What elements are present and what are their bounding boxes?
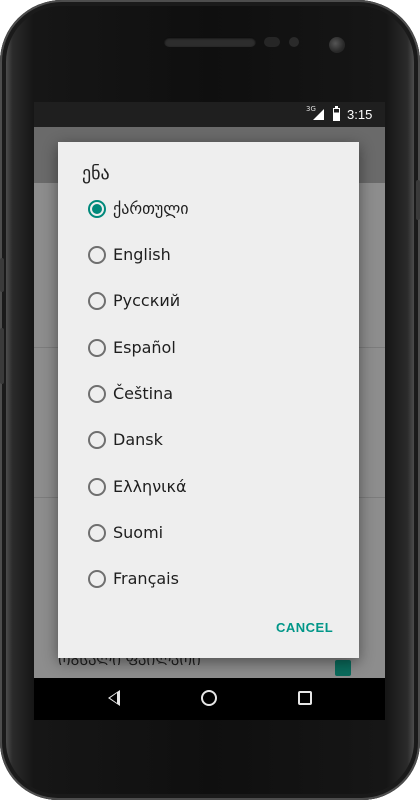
language-label: Suomi xyxy=(113,523,164,542)
cancel-button[interactable]: CANCEL xyxy=(276,620,333,635)
volume-button xyxy=(0,258,4,292)
power-button xyxy=(0,328,4,384)
dialog-title: ენა xyxy=(82,163,110,184)
language-label: Русский xyxy=(113,291,181,310)
phone-frame: 3G 3:15 ᲝᲒᲡᲐᲚᲘ ᲤᲐᲘᲚᲐᲝᲘ ენა ქართული Engli… xyxy=(0,0,420,800)
radio-button[interactable] xyxy=(88,385,106,403)
language-label: English xyxy=(113,245,171,264)
radio-button[interactable] xyxy=(88,292,106,310)
language-option[interactable]: ქართული xyxy=(86,190,336,230)
navigation-bar xyxy=(34,678,385,720)
language-option[interactable]: Русский xyxy=(86,282,336,322)
battery-icon xyxy=(333,106,340,121)
radio-button[interactable] xyxy=(88,339,106,357)
earpiece-speaker xyxy=(164,37,256,47)
language-label: Čeština xyxy=(113,384,174,403)
proximity-sensor xyxy=(264,37,280,47)
language-label: Dansk xyxy=(113,430,163,449)
language-option[interactable]: Čeština xyxy=(86,375,336,415)
back-icon[interactable] xyxy=(108,690,120,706)
language-label: ქართული xyxy=(113,199,189,218)
radio-button[interactable] xyxy=(88,246,106,264)
background-checkbox xyxy=(335,660,351,676)
language-option[interactable]: Dansk xyxy=(86,421,336,461)
light-sensor xyxy=(289,37,299,47)
status-time: 3:15 xyxy=(347,107,373,122)
language-option[interactable]: Ελληνικά xyxy=(86,468,336,508)
language-option[interactable]: Français xyxy=(86,560,336,600)
recents-icon[interactable] xyxy=(298,691,312,705)
language-dialog: ენა ქართული English Русский Español Češt… xyxy=(58,142,359,658)
signal-icon xyxy=(313,109,324,120)
radio-button[interactable] xyxy=(88,478,106,496)
language-label: Ελληνικά xyxy=(113,477,187,496)
side-button-right xyxy=(416,180,420,220)
radio-button-selected[interactable] xyxy=(88,200,106,218)
language-label: Français xyxy=(113,569,179,588)
language-label: Español xyxy=(113,338,176,357)
language-option[interactable]: Suomi xyxy=(86,514,336,554)
language-option[interactable]: Español xyxy=(86,329,336,369)
front-camera xyxy=(329,37,345,53)
home-icon[interactable] xyxy=(201,690,217,706)
radio-button[interactable] xyxy=(88,431,106,449)
radio-button[interactable] xyxy=(88,524,106,542)
language-option[interactable]: English xyxy=(86,236,336,276)
radio-button[interactable] xyxy=(88,570,106,588)
status-bar: 3G 3:15 xyxy=(34,102,385,127)
